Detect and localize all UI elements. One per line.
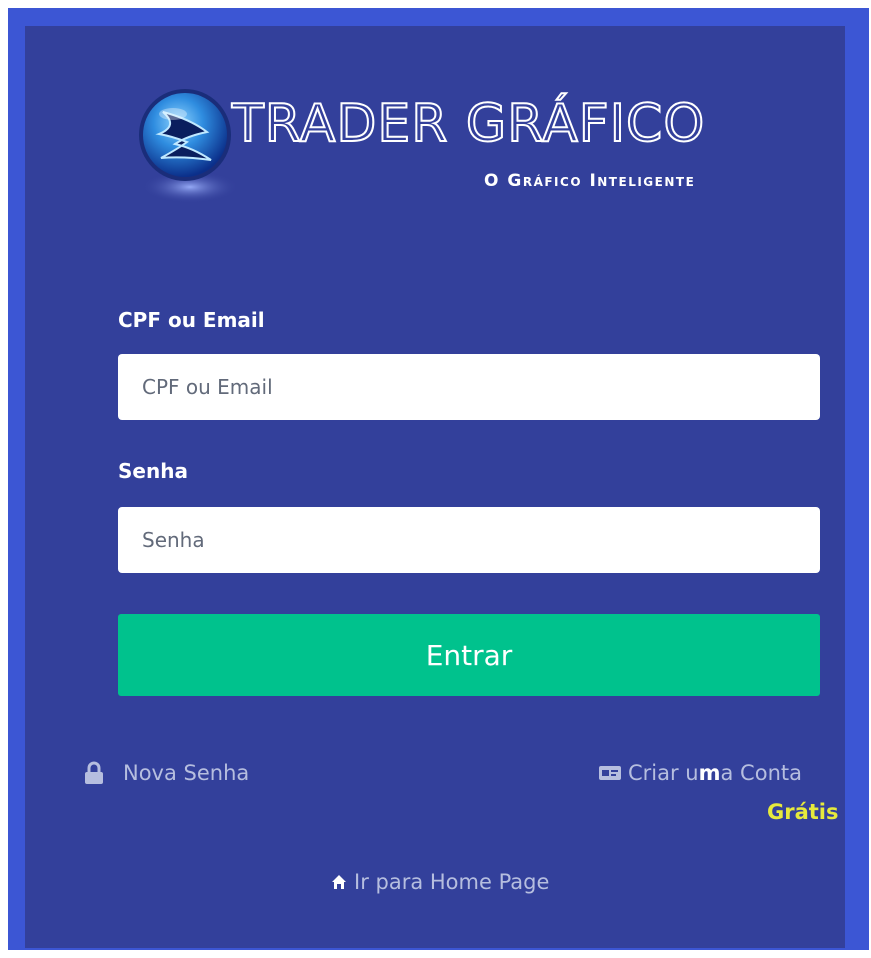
cpf-email-input[interactable] [118, 354, 820, 420]
logo-title: TRADER GRÁFICO [231, 94, 706, 154]
logo-globe-icon [139, 89, 238, 203]
cpf-email-label: CPF ou Email [118, 308, 265, 332]
home-icon [332, 875, 346, 889]
login-panel: TRADER GRÁFICO O Gráfico Inteligente CPF… [25, 26, 845, 948]
home-page-link[interactable]: Ir para Home Page [331, 870, 549, 894]
senha-label: Senha [118, 459, 188, 483]
criar-conta-label-bold: m [698, 761, 721, 785]
gratis-link[interactable]: Grátis [767, 800, 839, 824]
lock-icon [85, 761, 103, 784]
home-page-label: Ir para Home Page [354, 870, 550, 894]
trader-grafico-logo: TRADER GRÁFICO O Gráfico Inteligente [135, 84, 805, 214]
nova-senha-link[interactable]: Nova Senha [83, 761, 249, 785]
entrar-button[interactable]: Entrar [118, 614, 820, 696]
criar-conta-label-part2: a Conta [720, 761, 802, 785]
nova-senha-label: Nova Senha [123, 761, 250, 785]
criar-conta-link[interactable]: Criar uma Conta [599, 761, 802, 785]
id-card-icon [599, 766, 621, 780]
logo-tagline: O Gráfico Inteligente [484, 171, 696, 191]
criar-conta-label-part1: Criar u [628, 761, 699, 785]
senha-input[interactable] [118, 507, 820, 573]
